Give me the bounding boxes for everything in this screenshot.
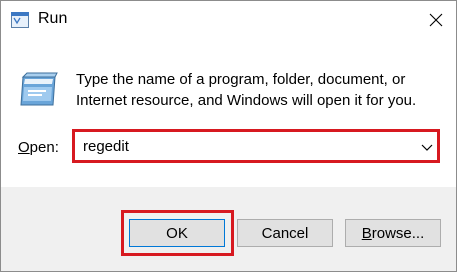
open-field-value[interactable]: regedit <box>83 138 129 155</box>
run-dialog: Run Type the name of a program, folder, … <box>0 0 457 272</box>
title-bar[interactable]: Run <box>1 1 456 39</box>
ok-button[interactable]: OK <box>129 219 225 247</box>
open-label: Open: <box>18 139 59 156</box>
close-button[interactable] <box>416 1 456 39</box>
dialog-description: Type the name of a program, folder, docu… <box>76 71 417 109</box>
browse-button[interactable]: Browse... <box>345 219 441 247</box>
run-program-icon <box>20 72 58 106</box>
browse-label: rowse... <box>371 224 425 242</box>
run-app-icon <box>11 12 29 28</box>
cancel-button[interactable]: Cancel <box>237 219 333 247</box>
browse-accelerator: B <box>361 224 372 242</box>
window-title: Run <box>38 10 68 27</box>
open-label-text: pen: <box>29 139 59 156</box>
open-label-accelerator: O <box>18 139 30 156</box>
close-icon <box>429 13 443 27</box>
chevron-down-icon[interactable] <box>421 142 433 152</box>
open-combobox[interactable]: regedit <box>79 135 435 159</box>
